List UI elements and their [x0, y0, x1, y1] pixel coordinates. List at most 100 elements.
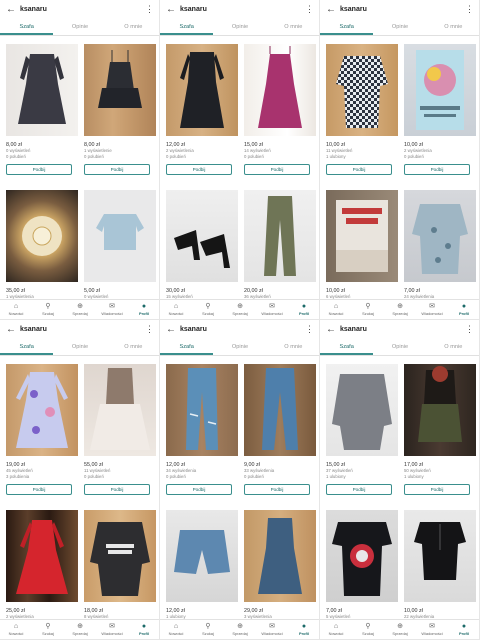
bump-button[interactable]: Podbij [404, 484, 470, 495]
nav-item-wiadomości[interactable]: ✉ Wiadomości [96, 620, 128, 639]
listing-photo[interactable] [244, 44, 316, 136]
nav-item-szukaj[interactable]: ⚲ Szukaj [352, 620, 384, 639]
listing-photo[interactable] [6, 364, 78, 456]
nav-item-sprzedaj[interactable]: ⊕ Sprzedaj [64, 620, 96, 639]
listing-photo[interactable] [404, 364, 476, 456]
listing-photo[interactable] [404, 510, 476, 602]
nav-item-profil[interactable]: ● Profil [448, 620, 479, 639]
nav-item-sprzedaj[interactable]: ⊕ Sprzedaj [384, 300, 416, 319]
tab-o-mnie[interactable]: O mnie [267, 340, 319, 355]
tab-szafa[interactable]: Szafa [0, 340, 54, 355]
listing-card[interactable]: 10,00 zł 2 wyświetlenia 0 polubień Podbij [404, 44, 476, 175]
listing-photo[interactable] [84, 510, 156, 602]
bump-button[interactable]: Podbij [326, 484, 392, 495]
nav-item-sprzedaj[interactable]: ⊕ Sprzedaj [384, 620, 416, 639]
listing-photo[interactable] [6, 44, 78, 136]
listing-photo[interactable] [6, 190, 78, 282]
more-options-icon[interactable]: ⋮ [145, 4, 154, 15]
listing-photo[interactable] [326, 364, 398, 456]
tab-opinie[interactable]: Opinie [53, 20, 106, 35]
listing-photo[interactable] [404, 44, 476, 136]
listing-card[interactable]: 10,00 zł22 wyświetlenia0 polubień [404, 510, 476, 626]
tab-szafa[interactable]: Szafa [160, 340, 214, 355]
nav-item-nowości[interactable]: ⌂ Nowości [320, 620, 352, 639]
tab-szafa[interactable]: Szafa [0, 20, 54, 35]
nav-item-profil[interactable]: ● Profil [288, 620, 319, 639]
more-options-icon[interactable]: ⋮ [145, 324, 154, 335]
listing-card[interactable]: 5,00 zł 0 wyświetleń [84, 190, 156, 300]
bump-button[interactable]: Podbij [6, 484, 72, 495]
more-options-icon[interactable]: ⋮ [465, 324, 474, 335]
bump-button[interactable]: Podbij [84, 164, 150, 175]
nav-item-sprzedaj[interactable]: ⊕ Sprzedaj [224, 300, 256, 319]
tab-opinie[interactable]: Opinie [373, 20, 426, 35]
nav-item-szukaj[interactable]: ⚲ Szukaj [32, 300, 64, 319]
nav-item-szukaj[interactable]: ⚲ Szukaj [192, 620, 224, 639]
listing-card[interactable]: 17,00 zł 50 wyświetleń 1 ulubiony Podbij [404, 364, 476, 495]
listing-photo[interactable] [84, 190, 156, 282]
listing-card[interactable]: 7,00 zł24 wyświetlenia2 polubienia [404, 190, 476, 306]
listing-card[interactable]: 29,00 zł3 wyświetlenia0 polubień [244, 510, 316, 626]
nav-item-wiadomości[interactable]: ✉ Wiadomości [416, 620, 448, 639]
back-arrow-icon[interactable]: ← [166, 4, 180, 15]
listing-photo[interactable] [84, 44, 156, 136]
tab-o-mnie[interactable]: O mnie [267, 20, 319, 35]
tab-szafa[interactable]: Szafa [320, 340, 374, 355]
nav-item-nowości[interactable]: ⌂ Nowości [160, 620, 192, 639]
nav-item-profil[interactable]: ● Profil [448, 300, 479, 319]
listing-card[interactable]: 18,00 zł 8 wyświetleń [84, 510, 156, 620]
bump-button[interactable]: Podbij [166, 484, 232, 495]
tab-szafa[interactable]: Szafa [320, 20, 374, 35]
listing-photo[interactable] [244, 190, 316, 282]
tab-o-mnie[interactable]: O mnie [427, 20, 479, 35]
listing-photo[interactable] [244, 364, 316, 456]
more-options-icon[interactable]: ⋮ [465, 4, 474, 15]
listing-card[interactable]: 19,00 zł 45 wyświetleń 3 polubienia Podbij [6, 364, 78, 495]
listing-card[interactable]: 30,00 zł15 wyświetleń2 polubienia [166, 190, 238, 306]
nav-item-szukaj[interactable]: ⚲ Szukaj [192, 300, 224, 319]
nav-item-wiadomości[interactable]: ✉ Wiadomości [256, 300, 288, 319]
listing-card[interactable]: 10,00 zł 11 wyświetleń 1 ulubiony Podbij [326, 44, 398, 175]
listing-photo[interactable] [326, 510, 398, 602]
listing-card[interactable]: 7,00 zł5 wyświetleń0 polubień [326, 510, 398, 626]
listing-card[interactable]: 12,00 zł 1 ulubiony [166, 510, 238, 620]
listing-photo[interactable] [326, 190, 398, 282]
nav-item-szukaj[interactable]: ⚲ Szukaj [32, 620, 64, 639]
bump-button[interactable]: Podbij [244, 164, 310, 175]
listing-photo[interactable] [84, 364, 156, 456]
nav-item-sprzedaj[interactable]: ⊕ Sprzedaj [64, 300, 96, 319]
nav-item-szukaj[interactable]: ⚲ Szukaj [352, 300, 384, 319]
back-arrow-icon[interactable]: ← [326, 4, 340, 15]
back-arrow-icon[interactable]: ← [166, 324, 180, 335]
nav-item-nowości[interactable]: ⌂ Nowości [0, 300, 32, 319]
bump-button[interactable]: Podbij [326, 164, 392, 175]
listing-card[interactable]: 8,00 zł 0 wyświetleń 0 polubień Podbij [6, 44, 78, 175]
tab-opinie[interactable]: Opinie [53, 340, 106, 355]
nav-item-wiadomości[interactable]: ✉ Wiadomości [256, 620, 288, 639]
tab-szafa[interactable]: Szafa [160, 20, 214, 35]
nav-item-sprzedaj[interactable]: ⊕ Sprzedaj [224, 620, 256, 639]
tab-o-mnie[interactable]: O mnie [107, 340, 159, 355]
listing-card[interactable]: 15,00 zł 14 wyświetleń 0 polubień Podbij [244, 44, 316, 175]
listing-photo[interactable] [166, 364, 238, 456]
listing-photo[interactable] [404, 190, 476, 282]
tab-o-mnie[interactable]: O mnie [107, 20, 159, 35]
tab-opinie[interactable]: Opinie [213, 20, 266, 35]
tab-opinie[interactable]: Opinie [373, 340, 426, 355]
listing-card[interactable]: 12,00 zł 34 wyświetlenia 0 polubień Podbij [166, 364, 238, 495]
back-arrow-icon[interactable]: ← [6, 324, 20, 335]
tab-o-mnie[interactable]: O mnie [427, 340, 479, 355]
listing-card[interactable]: 35,00 zł 1 wyświetlenia [6, 190, 78, 300]
back-arrow-icon[interactable]: ← [326, 324, 340, 335]
tab-opinie[interactable]: Opinie [213, 340, 266, 355]
listing-photo[interactable] [166, 190, 238, 282]
listing-card[interactable]: 25,00 zł 2 wyświetlenia [6, 510, 78, 620]
bump-button[interactable]: Podbij [404, 164, 470, 175]
nav-item-nowości[interactable]: ⌂ Nowości [320, 300, 352, 319]
nav-item-nowości[interactable]: ⌂ Nowości [160, 300, 192, 319]
nav-item-profil[interactable]: ● Profil [128, 300, 159, 319]
listing-photo[interactable] [166, 44, 238, 136]
bump-button[interactable]: Podbij [6, 164, 72, 175]
listing-card[interactable]: 20,00 zł36 wyświetleń3 polubienia [244, 190, 316, 306]
listing-photo[interactable] [6, 510, 78, 602]
